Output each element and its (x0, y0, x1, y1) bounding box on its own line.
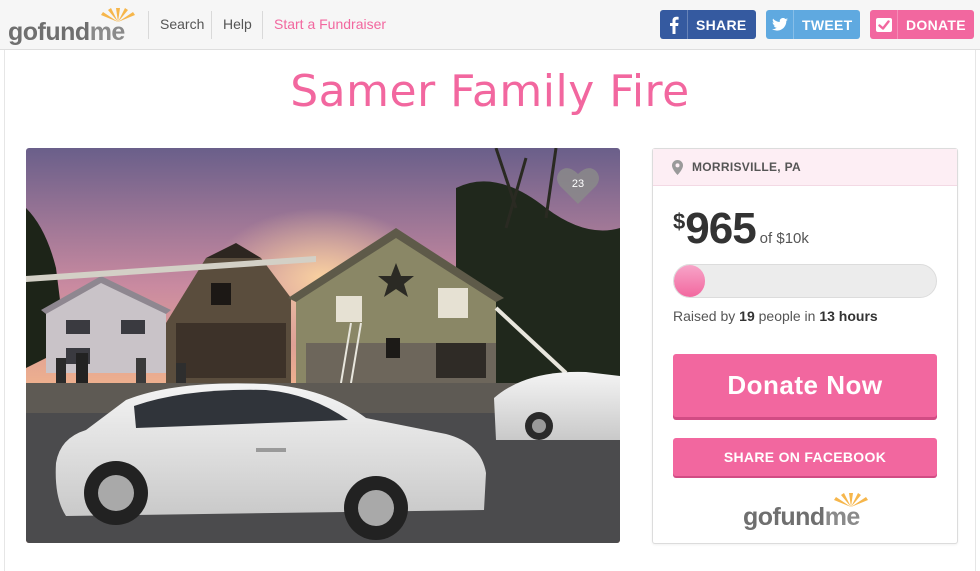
donate-header-label: DONATE (906, 16, 966, 33)
progress-bar (673, 264, 937, 298)
location-bar: MORRISVILLE, PA (653, 149, 957, 186)
raised-by-text: Raised by 19 people in 13 hours (673, 308, 878, 324)
heart-count: 23 (571, 178, 585, 190)
logo-wordmark: gofundme (8, 18, 125, 46)
goal-amount: of $10k (759, 230, 809, 247)
amount-raised: $ 965 of $10k (673, 204, 809, 254)
campaign-photo[interactable] (26, 148, 620, 543)
nav-divider (211, 11, 212, 39)
currency-symbol: $ (673, 209, 686, 234)
facebook-share-button[interactable]: SHARE (660, 10, 756, 39)
donate-header-button[interactable]: DONATE (870, 10, 974, 39)
donate-now-button[interactable]: Donate Now (673, 354, 937, 417)
progress-fill (674, 265, 706, 297)
donation-panel: MORRISVILLE, PA $ 965 of $10k Raised by … (652, 148, 958, 544)
nav-search-link[interactable]: Search (160, 16, 204, 32)
top-nav-bar: gofundme Search Help Start a Fundraiser … (0, 0, 980, 50)
twitter-icon (766, 10, 794, 39)
donor-count: 19 (739, 308, 755, 324)
twitter-tweet-label: TWEET (802, 16, 853, 33)
logo-wordmark: gofundme (743, 503, 860, 531)
twitter-tweet-button[interactable]: TWEET (766, 10, 860, 39)
gofundme-footer-logo: gofundme (743, 491, 869, 531)
time-elapsed: 13 hours (819, 308, 878, 324)
nav-start-fundraiser-link[interactable]: Start a Fundraiser (274, 16, 386, 32)
campaign-title: Samer Family Fire (290, 66, 690, 117)
facebook-share-label: SHARE (696, 16, 747, 33)
nav-help-link[interactable]: Help (223, 16, 252, 32)
gofundme-logo[interactable]: gofundme (8, 6, 135, 46)
nav-divider (148, 11, 149, 39)
nav-divider (262, 11, 263, 39)
share-on-facebook-button[interactable]: SHARE ON FACEBOOK (673, 438, 937, 476)
facebook-icon (660, 10, 688, 39)
checkmark-icon (870, 10, 898, 39)
raised-amount: 965 (685, 204, 756, 253)
heart-count-badge[interactable]: 23 (556, 166, 600, 206)
house-fire-photo (26, 148, 620, 543)
campaign-location: MORRISVILLE, PA (692, 160, 801, 174)
location-pin-icon (672, 159, 683, 175)
